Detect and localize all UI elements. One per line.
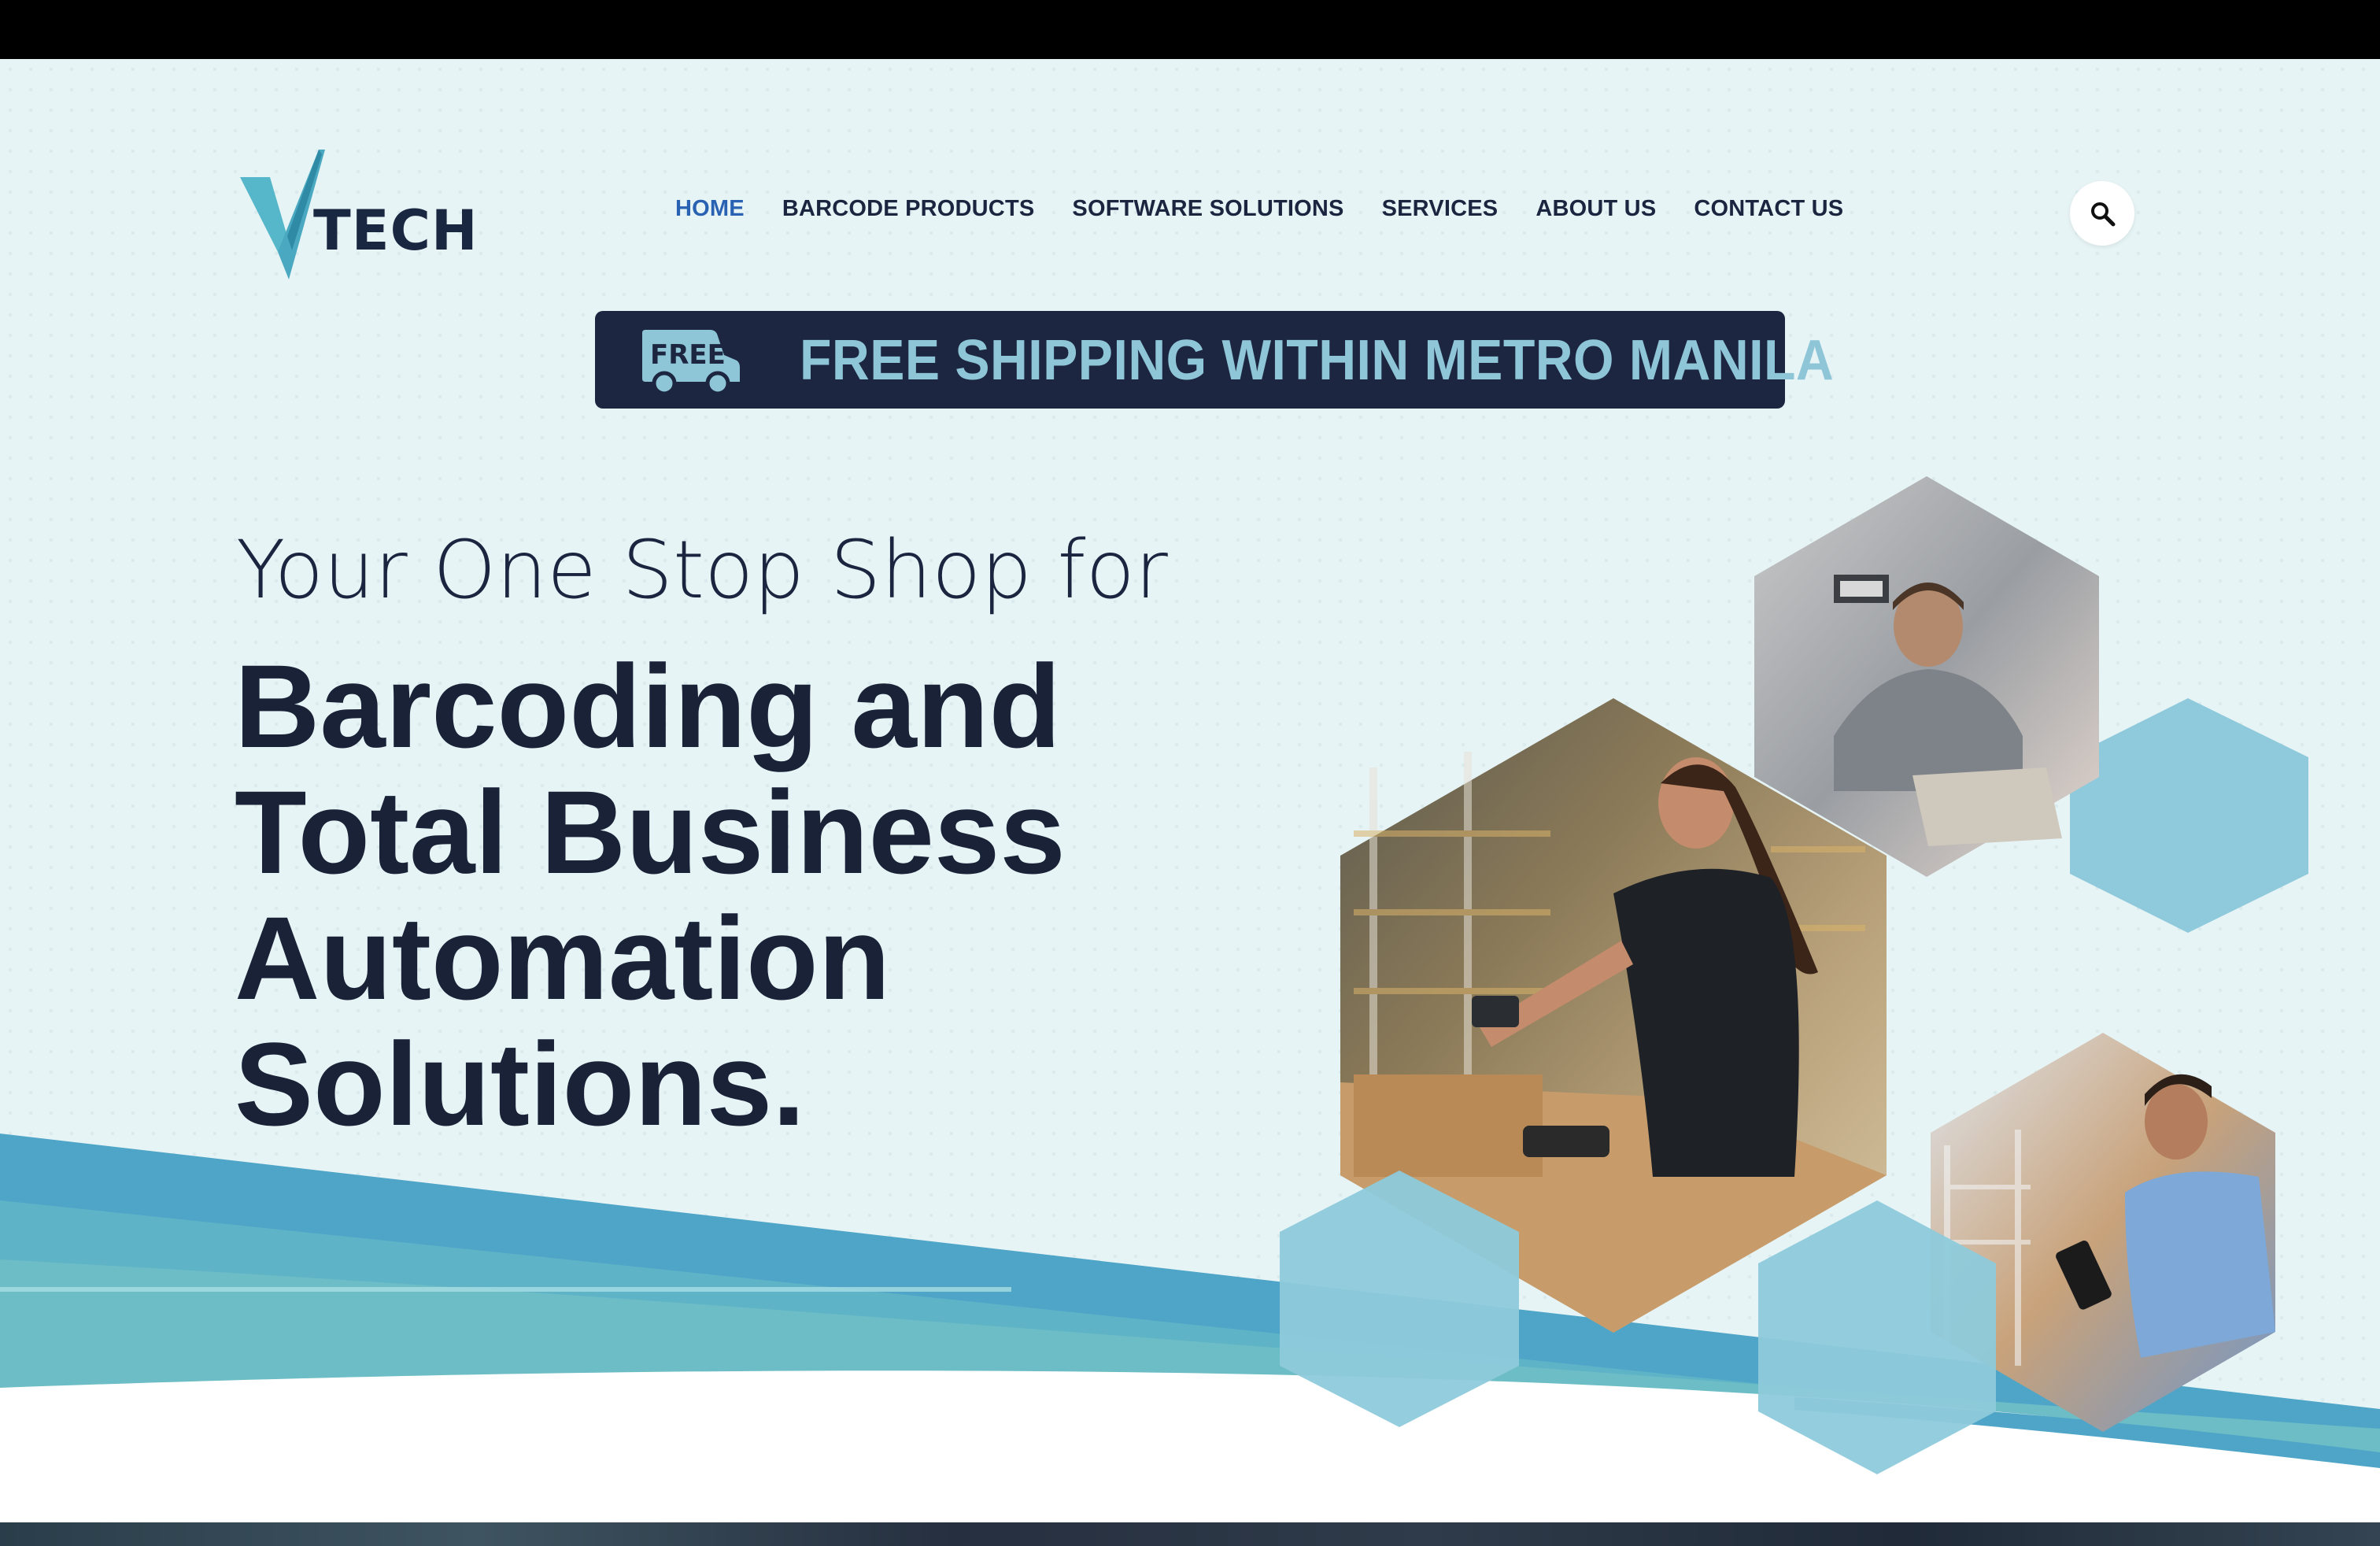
browser-top-bar	[0, 0, 2380, 59]
hero-section: TECH HOME BARCODE PRODUCTS SOFTWARE SOLU…	[0, 59, 2380, 1523]
decor-hexagon-right	[2070, 698, 2308, 933]
next-section-preview	[0, 1522, 2380, 1546]
hero-hexagon-gallery	[1280, 476, 2308, 1474]
